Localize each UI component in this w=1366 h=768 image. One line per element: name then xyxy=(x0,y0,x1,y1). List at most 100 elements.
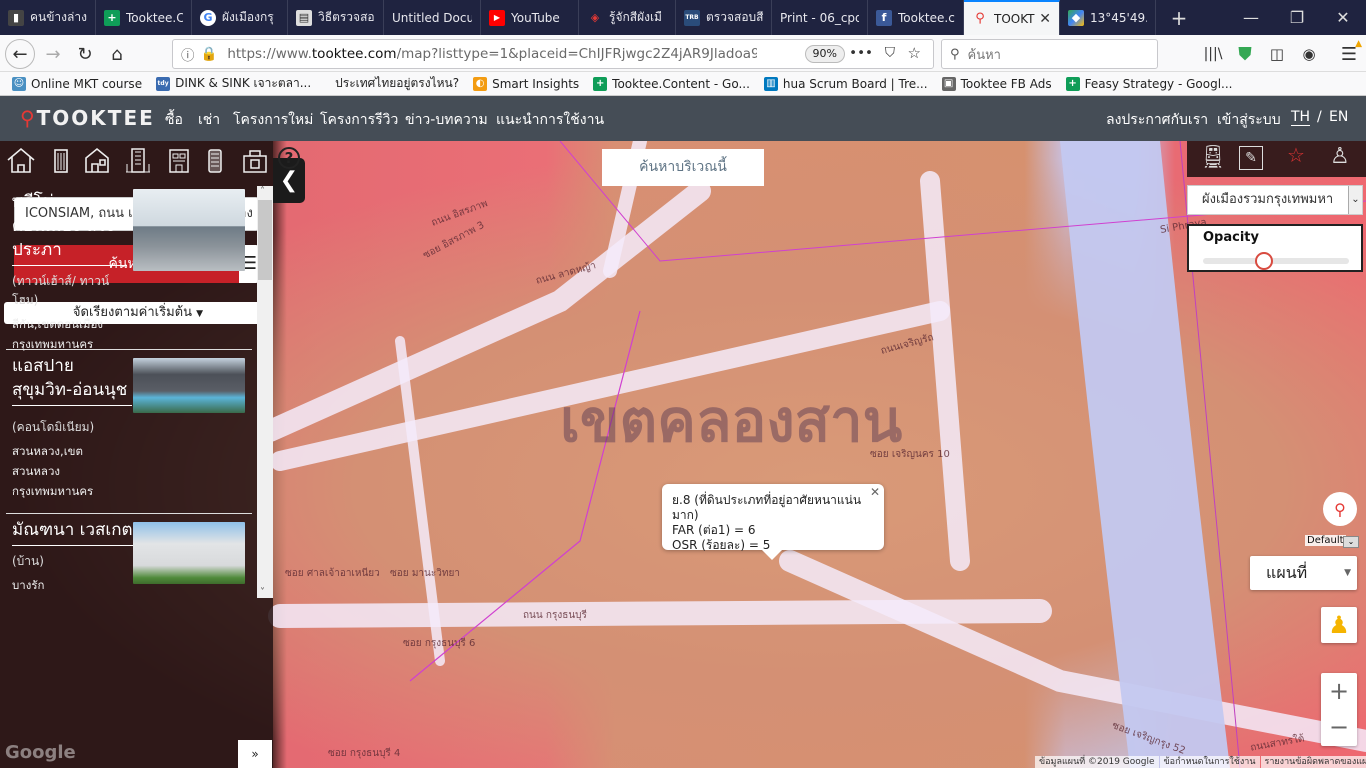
condo-icon[interactable] xyxy=(123,146,153,174)
browser-tab[interactable]: + Tooktee.C xyxy=(96,0,192,35)
listing-type: (บ้าน) xyxy=(12,554,44,568)
browser-tab[interactable]: ◆13°45'49.8 xyxy=(1060,0,1156,35)
pocket-icon[interactable]: ⛉ xyxy=(885,45,895,61)
account-icon[interactable]: ◉ xyxy=(1294,39,1324,69)
browser-tab[interactable]: fTooktee.cc xyxy=(868,0,964,35)
bookmark[interactable]: tdy DINK & SINK เจาะตลา... xyxy=(156,74,311,93)
zoom-out-button[interactable]: − xyxy=(1321,709,1357,745)
url-bar[interactable]: ⓘ 🔒 https://www. tooktee.com/map?listtype… xyxy=(172,39,934,69)
listing-card[interactable]: มัณฑนา เวสเกต (บ้าน) บางรักพัฒนา,อ.บางบั… xyxy=(6,514,252,598)
close-icon[interactable]: ✕ xyxy=(870,485,880,500)
shield-extension-icon[interactable]: ⛊ xyxy=(1230,39,1260,69)
listing-card[interactable]: พลีโน่ ดอนเมือง-สรงประภา (ทาวน์เฮ้าส์/ ท… xyxy=(6,186,252,351)
listing-thumbnail[interactable] xyxy=(133,189,245,271)
report-error-link[interactable]: รายงานข้อผิดพลาดของแผนที่ xyxy=(1260,756,1366,768)
lang-en[interactable]: EN xyxy=(1329,109,1348,125)
osr-value: OSR (ร้อยละ) = 5 xyxy=(672,538,771,552)
zoom-level-badge[interactable]: 90% xyxy=(804,45,845,63)
chevron-left-icon: ❮ xyxy=(279,168,299,193)
listing-title[interactable]: แอสปาย สุขุมวิท-อ่อนนุช xyxy=(12,354,132,406)
search-icon: ⚲ xyxy=(950,46,960,62)
listing-card[interactable]: แอสปาย สุขุมวิท-อ่อนนุช (คอนโดมิเนียม) ส… xyxy=(6,350,252,514)
listing-thumbnail[interactable] xyxy=(133,358,245,413)
back-button[interactable]: ← xyxy=(5,39,35,69)
bookmark[interactable]: + Tooktee.Content - Go... xyxy=(593,76,750,91)
library-icon[interactable]: |||\ xyxy=(1198,39,1228,69)
opacity-slider-handle[interactable] xyxy=(1255,252,1274,270)
new-tab-button[interactable]: + xyxy=(1156,0,1202,35)
zoning-layer-select[interactable]: ผังเมืองรวมกรุงเทพมหา ⌄ xyxy=(1187,185,1363,215)
scroll-down-icon[interactable]: ˅ xyxy=(260,587,265,598)
nav-rent[interactable]: เช่า xyxy=(198,109,220,131)
style-dropdown[interactable]: ⌄ xyxy=(1343,536,1359,548)
nav-new-projects[interactable]: โครงการใหม่ xyxy=(233,109,313,131)
tower-icon[interactable] xyxy=(46,146,76,174)
browser-tab[interactable]: G ผังเมืองกรุ xyxy=(192,0,288,35)
close-tab-icon[interactable]: ✕ xyxy=(1039,11,1051,27)
nav-post-listing[interactable]: ลงประกาศกับเรา xyxy=(1106,109,1208,131)
street-view-pegman[interactable]: ♟ xyxy=(1321,607,1357,643)
my-location-button[interactable]: ⚲ xyxy=(1323,492,1357,526)
bookmark-star-icon[interactable]: ☆ xyxy=(908,44,921,62)
browser-tab[interactable]: ◈ รู้จักสีผังเมื xyxy=(579,0,676,35)
nav-buy[interactable]: ซื้อ xyxy=(165,109,183,131)
reload-button[interactable]: ↻ xyxy=(70,39,100,69)
agent-icon[interactable]: ♙ xyxy=(1330,144,1350,169)
expand-sidebar-button[interactable]: » xyxy=(238,740,272,768)
browser-tab[interactable]: Print - 06_cpd xyxy=(772,0,868,35)
close-window-button[interactable]: ✕ xyxy=(1320,0,1366,35)
pegman-icon: ♟ xyxy=(1328,611,1350,639)
listing-title[interactable]: พลีโน่ ดอนเมือง-สรงประภา xyxy=(12,190,127,266)
office-icon[interactable] xyxy=(200,146,230,174)
listing-location: สวนหลวง,เขตสวนหลวง กรุงเทพมหานคร xyxy=(12,444,94,498)
terms-link[interactable]: ข้อกำหนดในการใช้งาน xyxy=(1159,756,1260,768)
map-type-select[interactable]: แผนที่ ▼ xyxy=(1250,556,1357,590)
nav-project-reviews[interactable]: โครงการรีวิว xyxy=(320,109,398,131)
browser-tab-active[interactable]: ⚲ TOOKT ✕ xyxy=(964,0,1060,35)
forward-button[interactable]: → xyxy=(38,39,68,69)
browser-tab[interactable]: ▶ YouTube xyxy=(481,0,579,35)
favorite-area-icon[interactable]: ☆ xyxy=(1287,143,1305,167)
help-button[interactable]: ? xyxy=(278,147,300,169)
sidebar-icon[interactable]: ◫ xyxy=(1262,39,1292,69)
townhouse-icon[interactable] xyxy=(82,146,112,174)
nav-login[interactable]: เข้าสู่ระบบ xyxy=(1217,109,1281,131)
page-actions-icon[interactable]: ••• xyxy=(849,45,873,61)
bookmark[interactable]: + Feasy Strategy - Googl... xyxy=(1065,76,1233,91)
listing-title[interactable]: มัณฑนา เวสเกต xyxy=(12,518,137,546)
pin-icon: ⚲ xyxy=(20,106,37,130)
restore-button[interactable]: ❐ xyxy=(1274,0,1320,35)
house-icon[interactable] xyxy=(6,146,36,174)
nav-news[interactable]: ข่าว-บทความ xyxy=(405,109,488,131)
browser-tab[interactable]: Untitled Docur xyxy=(384,0,481,35)
tooktee-logo[interactable]: ⚲TOOKTEE xyxy=(20,106,155,130)
info-icon[interactable]: ⓘ xyxy=(181,44,195,64)
bookmark[interactable]: ◐ Smart Insights xyxy=(473,76,579,91)
draw-area-icon[interactable]: ✎ xyxy=(1239,146,1263,170)
apartment-icon[interactable] xyxy=(164,146,194,174)
scrollbar-thumb[interactable] xyxy=(258,200,272,280)
minimize-button[interactable]: — xyxy=(1228,0,1274,35)
listing-thumbnail[interactable] xyxy=(133,522,245,584)
opacity-control: Opacity xyxy=(1187,224,1363,272)
train-icon[interactable]: 🚆︎ xyxy=(1199,145,1227,170)
menu-icon[interactable]: ☰ ▲ xyxy=(1334,39,1364,69)
bookmark[interactable]: ▣ Tooktee FB Ads xyxy=(941,76,1052,91)
search-this-area-button[interactable]: ค้นหาบริเวณนี้ xyxy=(602,149,764,186)
commercial-icon[interactable] xyxy=(240,146,270,174)
nav-guide[interactable]: แนะนำการใช้งาน xyxy=(496,109,604,131)
bookmark[interactable]: ☺ Online MKT course xyxy=(12,76,142,91)
opacity-slider-track[interactable] xyxy=(1203,258,1349,264)
google-icon: G xyxy=(200,9,216,26)
browser-tab[interactable]: ▮ คนข้างล่าง xyxy=(0,0,96,35)
browser-tab[interactable]: ▤ วิธีตรวจสอ xyxy=(288,0,384,35)
bookmark[interactable]: ▥ hua Scrum Board | Tre... xyxy=(763,76,928,91)
browser-tab[interactable]: TRB ตรวจสอบสี xyxy=(676,0,772,35)
lang-th[interactable]: TH xyxy=(1291,109,1311,126)
home-button[interactable]: ⌂ xyxy=(102,39,132,69)
bookmark[interactable]: ประเทศไทยอยู่ตรงไหน? xyxy=(335,74,459,93)
zoom-in-button[interactable]: + xyxy=(1321,673,1357,709)
site-header: ⚲TOOKTEE ซื้อ เช่า โครงการใหม่ โครงการรี… xyxy=(0,96,1366,141)
browser-search-input[interactable]: ⚲ ค้นหา xyxy=(941,39,1158,69)
scroll-up-icon[interactable]: ˄ xyxy=(260,186,265,197)
